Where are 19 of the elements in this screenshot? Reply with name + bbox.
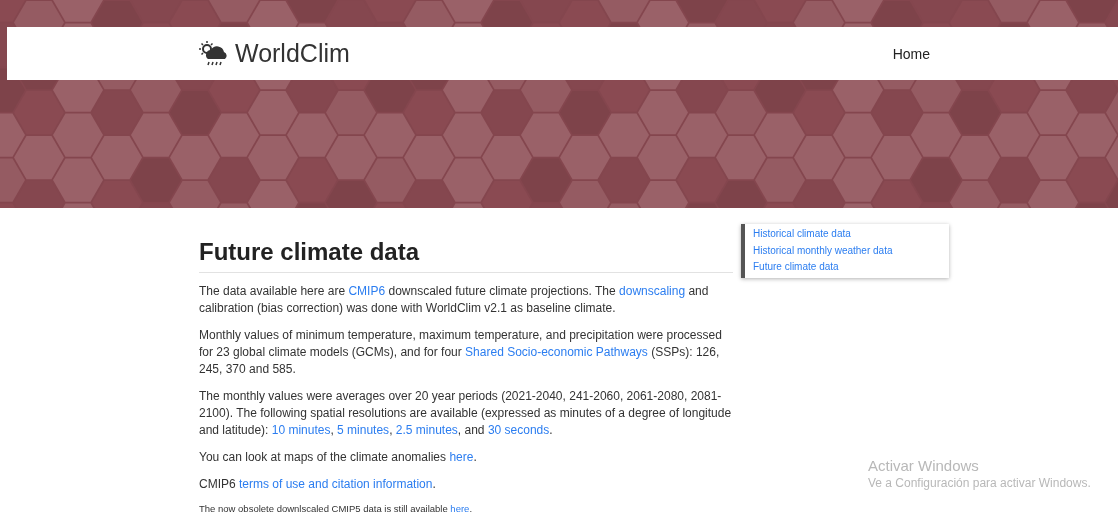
- sidebar-link[interactable]: Historical climate data: [753, 226, 949, 243]
- text-link[interactable]: 2.5 minutes: [395, 423, 458, 437]
- nav-link[interactable]: Home: [892, 45, 930, 62]
- text-link[interactable]: CMIP6: [348, 284, 386, 298]
- paragraph: You can look at maps of the climate anomalies here.: [199, 449, 478, 466]
- footnote: The now obsolete downlscaled CMIP5 data is still available here.: [199, 503, 473, 515]
- sidebar-link[interactable]: Future climate data: [753, 259, 949, 276]
- activation-message: Ve a Configuración para activar Windows.: [868, 476, 1091, 490]
- activation-title: Activar Windows: [868, 457, 980, 474]
- paragraph: The data available here are CMIP6 downscaled future climate projections. The downscaling and calibration (bias correction) was done with WorldClim v2.1 as baseline climate.: [199, 283, 710, 317]
- paragraph: The monthly values were averages over 20 year periods (2021-2040, 241-2060, 2061-2080, 2081-2100). The following spatial resolutions are available (expressed as minutes of a degree of longitude and latitude): 10 minutes, 5 minutes, 2.5 minutes, and 30 seconds.: [199, 388, 733, 439]
- paragraph: CMIP6 terms of use and citation information.: [199, 476, 437, 493]
- page-title: Future climate data: [199, 238, 733, 273]
- brand-logo-link[interactable]: WorldClim: [199, 39, 350, 68]
- text-link[interactable]: downscaling: [619, 284, 686, 298]
- weather-cloud-icon: [199, 40, 229, 67]
- sidebar-link[interactable]: Historical monthly weather data: [753, 242, 949, 259]
- paragraph: Monthly values of minimum temperature, maximum temperature, and precipitation were processed for 23 global climate models (GCMs), and for four Shared Socio-economic Pathways (SSPs): 126, 245, 370 and 585.: [199, 327, 723, 378]
- text-link[interactable]: Shared Socio-economic Pathways: [465, 345, 648, 359]
